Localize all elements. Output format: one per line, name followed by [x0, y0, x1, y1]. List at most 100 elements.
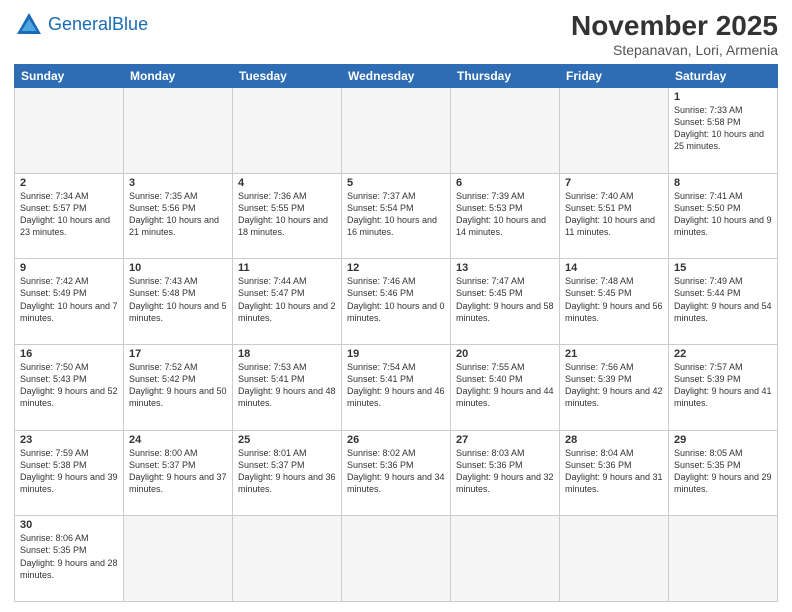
- table-row: 20Sunrise: 7:55 AM Sunset: 5:40 PM Dayli…: [451, 344, 560, 430]
- table-row: 13Sunrise: 7:47 AM Sunset: 5:45 PM Dayli…: [451, 259, 560, 345]
- day-info: Sunrise: 7:35 AM Sunset: 5:56 PM Dayligh…: [129, 190, 227, 239]
- day-number: 24: [129, 434, 227, 446]
- day-number: 19: [347, 348, 445, 360]
- table-row: 22Sunrise: 7:57 AM Sunset: 5:39 PM Dayli…: [669, 344, 778, 430]
- logo-general: General: [48, 14, 112, 34]
- col-sunday: Sunday: [15, 65, 124, 88]
- logo-icon: [14, 10, 44, 40]
- table-row: 9Sunrise: 7:42 AM Sunset: 5:49 PM Daylig…: [15, 259, 124, 345]
- day-number: 26: [347, 434, 445, 446]
- day-info: Sunrise: 7:41 AM Sunset: 5:50 PM Dayligh…: [674, 190, 772, 239]
- day-number: 2: [20, 177, 118, 189]
- logo: GeneralBlue: [14, 10, 148, 40]
- table-row: [342, 516, 451, 602]
- day-number: 13: [456, 262, 554, 274]
- table-row: 4Sunrise: 7:36 AM Sunset: 5:55 PM Daylig…: [233, 173, 342, 259]
- day-info: Sunrise: 7:55 AM Sunset: 5:40 PM Dayligh…: [456, 361, 554, 410]
- table-row: [560, 88, 669, 174]
- table-row: 28Sunrise: 8:04 AM Sunset: 5:36 PM Dayli…: [560, 430, 669, 516]
- table-row: 6Sunrise: 7:39 AM Sunset: 5:53 PM Daylig…: [451, 173, 560, 259]
- logo-text: GeneralBlue: [48, 15, 148, 35]
- calendar-week-row: 30Sunrise: 8:06 AM Sunset: 5:35 PM Dayli…: [15, 516, 778, 602]
- day-info: Sunrise: 7:43 AM Sunset: 5:48 PM Dayligh…: [129, 275, 227, 324]
- calendar-week-row: 1Sunrise: 7:33 AM Sunset: 5:58 PM Daylig…: [15, 88, 778, 174]
- table-row: 30Sunrise: 8:06 AM Sunset: 5:35 PM Dayli…: [15, 516, 124, 602]
- table-row: 23Sunrise: 7:59 AM Sunset: 5:38 PM Dayli…: [15, 430, 124, 516]
- table-row: [15, 88, 124, 174]
- day-info: Sunrise: 7:34 AM Sunset: 5:57 PM Dayligh…: [20, 190, 118, 239]
- col-tuesday: Tuesday: [233, 65, 342, 88]
- day-number: 12: [347, 262, 445, 274]
- calendar-week-row: 23Sunrise: 7:59 AM Sunset: 5:38 PM Dayli…: [15, 430, 778, 516]
- day-number: 6: [456, 177, 554, 189]
- calendar-week-row: 9Sunrise: 7:42 AM Sunset: 5:49 PM Daylig…: [15, 259, 778, 345]
- day-number: 10: [129, 262, 227, 274]
- table-row: 19Sunrise: 7:54 AM Sunset: 5:41 PM Dayli…: [342, 344, 451, 430]
- day-number: 20: [456, 348, 554, 360]
- day-number: 9: [20, 262, 118, 274]
- day-info: Sunrise: 7:47 AM Sunset: 5:45 PM Dayligh…: [456, 275, 554, 324]
- day-number: 30: [20, 519, 118, 531]
- day-number: 11: [238, 262, 336, 274]
- table-row: 24Sunrise: 8:00 AM Sunset: 5:37 PM Dayli…: [124, 430, 233, 516]
- day-info: Sunrise: 7:39 AM Sunset: 5:53 PM Dayligh…: [456, 190, 554, 239]
- day-info: Sunrise: 8:02 AM Sunset: 5:36 PM Dayligh…: [347, 447, 445, 496]
- day-number: 18: [238, 348, 336, 360]
- day-number: 21: [565, 348, 663, 360]
- table-row: 5Sunrise: 7:37 AM Sunset: 5:54 PM Daylig…: [342, 173, 451, 259]
- day-number: 22: [674, 348, 772, 360]
- day-info: Sunrise: 7:37 AM Sunset: 5:54 PM Dayligh…: [347, 190, 445, 239]
- day-info: Sunrise: 7:48 AM Sunset: 5:45 PM Dayligh…: [565, 275, 663, 324]
- day-number: 4: [238, 177, 336, 189]
- day-number: 1: [674, 91, 772, 103]
- day-info: Sunrise: 8:01 AM Sunset: 5:37 PM Dayligh…: [238, 447, 336, 496]
- table-row: 26Sunrise: 8:02 AM Sunset: 5:36 PM Dayli…: [342, 430, 451, 516]
- table-row: 14Sunrise: 7:48 AM Sunset: 5:45 PM Dayli…: [560, 259, 669, 345]
- col-friday: Friday: [560, 65, 669, 88]
- page: GeneralBlue November 2025 Stepanavan, Lo…: [0, 0, 792, 612]
- day-info: Sunrise: 7:53 AM Sunset: 5:41 PM Dayligh…: [238, 361, 336, 410]
- day-number: 25: [238, 434, 336, 446]
- logo-blue: Blue: [112, 14, 148, 34]
- day-number: 29: [674, 434, 772, 446]
- col-monday: Monday: [124, 65, 233, 88]
- day-number: 7: [565, 177, 663, 189]
- table-row: 16Sunrise: 7:50 AM Sunset: 5:43 PM Dayli…: [15, 344, 124, 430]
- day-number: 16: [20, 348, 118, 360]
- main-title: November 2025: [571, 10, 778, 42]
- day-info: Sunrise: 7:44 AM Sunset: 5:47 PM Dayligh…: [238, 275, 336, 324]
- table-row: [233, 88, 342, 174]
- table-row: 17Sunrise: 7:52 AM Sunset: 5:42 PM Dayli…: [124, 344, 233, 430]
- table-row: [669, 516, 778, 602]
- day-info: Sunrise: 8:03 AM Sunset: 5:36 PM Dayligh…: [456, 447, 554, 496]
- table-row: 27Sunrise: 8:03 AM Sunset: 5:36 PM Dayli…: [451, 430, 560, 516]
- col-thursday: Thursday: [451, 65, 560, 88]
- day-info: Sunrise: 8:06 AM Sunset: 5:35 PM Dayligh…: [20, 532, 118, 581]
- table-row: 18Sunrise: 7:53 AM Sunset: 5:41 PM Dayli…: [233, 344, 342, 430]
- day-info: Sunrise: 7:59 AM Sunset: 5:38 PM Dayligh…: [20, 447, 118, 496]
- table-row: [342, 88, 451, 174]
- day-number: 14: [565, 262, 663, 274]
- table-row: 12Sunrise: 7:46 AM Sunset: 5:46 PM Dayli…: [342, 259, 451, 345]
- day-number: 23: [20, 434, 118, 446]
- day-number: 28: [565, 434, 663, 446]
- title-block: November 2025 Stepanavan, Lori, Armenia: [571, 10, 778, 58]
- table-row: [560, 516, 669, 602]
- day-number: 8: [674, 177, 772, 189]
- table-row: 1Sunrise: 7:33 AM Sunset: 5:58 PM Daylig…: [669, 88, 778, 174]
- day-info: Sunrise: 8:05 AM Sunset: 5:35 PM Dayligh…: [674, 447, 772, 496]
- day-info: Sunrise: 7:54 AM Sunset: 5:41 PM Dayligh…: [347, 361, 445, 410]
- day-number: 27: [456, 434, 554, 446]
- table-row: 10Sunrise: 7:43 AM Sunset: 5:48 PM Dayli…: [124, 259, 233, 345]
- table-row: 2Sunrise: 7:34 AM Sunset: 5:57 PM Daylig…: [15, 173, 124, 259]
- table-row: [451, 88, 560, 174]
- calendar-week-row: 16Sunrise: 7:50 AM Sunset: 5:43 PM Dayli…: [15, 344, 778, 430]
- day-info: Sunrise: 7:36 AM Sunset: 5:55 PM Dayligh…: [238, 190, 336, 239]
- day-info: Sunrise: 7:57 AM Sunset: 5:39 PM Dayligh…: [674, 361, 772, 410]
- day-info: Sunrise: 7:49 AM Sunset: 5:44 PM Dayligh…: [674, 275, 772, 324]
- subtitle: Stepanavan, Lori, Armenia: [571, 42, 778, 58]
- table-row: 8Sunrise: 7:41 AM Sunset: 5:50 PM Daylig…: [669, 173, 778, 259]
- table-row: 3Sunrise: 7:35 AM Sunset: 5:56 PM Daylig…: [124, 173, 233, 259]
- table-row: 25Sunrise: 8:01 AM Sunset: 5:37 PM Dayli…: [233, 430, 342, 516]
- table-row: 11Sunrise: 7:44 AM Sunset: 5:47 PM Dayli…: [233, 259, 342, 345]
